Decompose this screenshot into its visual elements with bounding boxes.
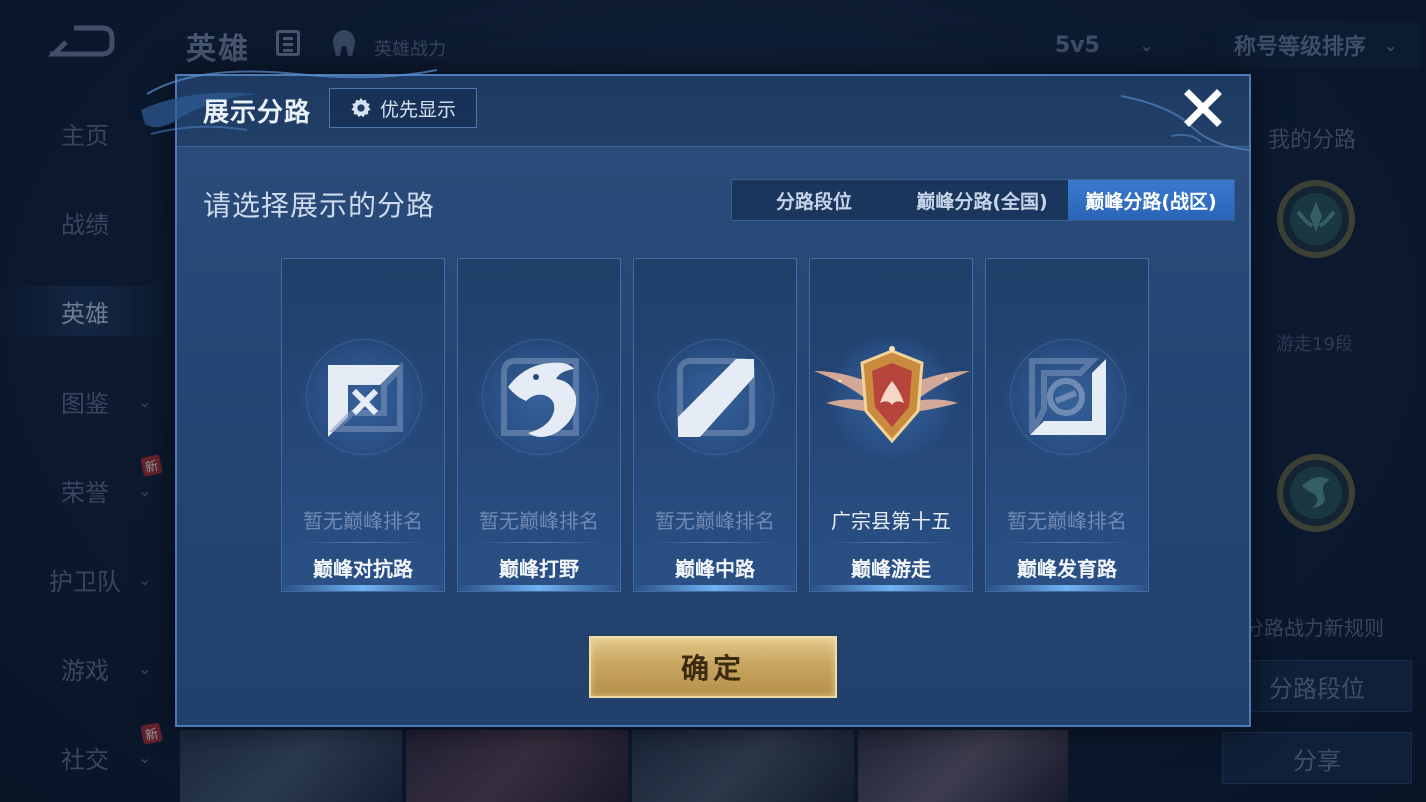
lane-name: 巅峰对抗路 xyxy=(313,557,413,581)
priority-display-button[interactable]: 优先显示 xyxy=(329,88,477,128)
lane-name: 巅峰发育路 xyxy=(1017,557,1117,581)
card-bottom-glow xyxy=(634,585,796,591)
lane-name: 巅峰打野 xyxy=(499,557,579,581)
tab-peak-lane-national[interactable]: 巅峰分路(全国) xyxy=(896,180,1068,220)
lane-card-mid[interactable]: 暂无巅峰排名 巅峰中路 xyxy=(633,258,797,592)
card-divider xyxy=(1000,542,1134,543)
card-bottom-glow xyxy=(810,585,972,591)
lane-card-jungle[interactable]: 暂无巅峰排名 巅峰打野 xyxy=(457,258,621,592)
close-icon[interactable] xyxy=(1181,86,1225,130)
card-bottom-glow xyxy=(986,585,1148,591)
dialog-header: 展示分路 优先显示 xyxy=(141,69,1250,151)
card-bottom-glow xyxy=(458,585,620,591)
confirm-button[interactable]: 确定 xyxy=(589,636,837,698)
jungle-dragon-icon xyxy=(501,358,579,437)
tab-peak-lane-region[interactable]: 巅峰分路(战区) xyxy=(1068,180,1234,220)
card-divider xyxy=(648,542,782,543)
clash-lane-icon xyxy=(328,361,403,437)
gear-icon xyxy=(351,97,371,118)
tab-lane-rank[interactable]: 分路段位 xyxy=(732,180,896,220)
lane-card-farm[interactable]: 暂无巅峰排名 巅峰发育路 xyxy=(985,258,1149,592)
lane-card-roam[interactable]: 广宗县第十五 巅峰游走 xyxy=(809,258,973,592)
lane-type-tabs: 分路段位 巅峰分路(全国) 巅峰分路(战区) xyxy=(731,179,1235,221)
priority-display-label: 优先显示 xyxy=(379,98,456,121)
mid-lane-icon xyxy=(677,358,755,437)
lane-rank-text: 广宗县第十五 xyxy=(831,509,951,533)
lane-rank-text: 暂无巅峰排名 xyxy=(303,509,423,533)
lane-card-clash[interactable]: 暂无巅峰排名 巅峰对抗路 xyxy=(281,258,445,592)
lane-name: 巅峰游走 xyxy=(851,557,931,581)
farm-lane-icon xyxy=(1029,358,1106,435)
card-divider xyxy=(824,542,958,543)
lane-rank-text: 暂无巅峰排名 xyxy=(655,509,775,533)
card-divider xyxy=(472,542,606,543)
dialog-title: 展示分路 xyxy=(203,98,312,128)
lane-rank-text: 暂无巅峰排名 xyxy=(1007,509,1127,533)
lane-name: 巅峰中路 xyxy=(675,557,755,581)
lane-rank-text: 暂无巅峰排名 xyxy=(479,509,599,533)
card-bottom-glow xyxy=(282,585,444,591)
card-divider xyxy=(296,542,430,543)
lane-display-dialog: 展示分路 优先显示 请选择展示的分路 分路段位 巅峰分路(全国) 巅峰分路(战区… xyxy=(141,69,1251,727)
roam-winged-badge-icon xyxy=(814,346,970,444)
select-lane-prompt: 请选择展示的分路 xyxy=(203,189,436,222)
